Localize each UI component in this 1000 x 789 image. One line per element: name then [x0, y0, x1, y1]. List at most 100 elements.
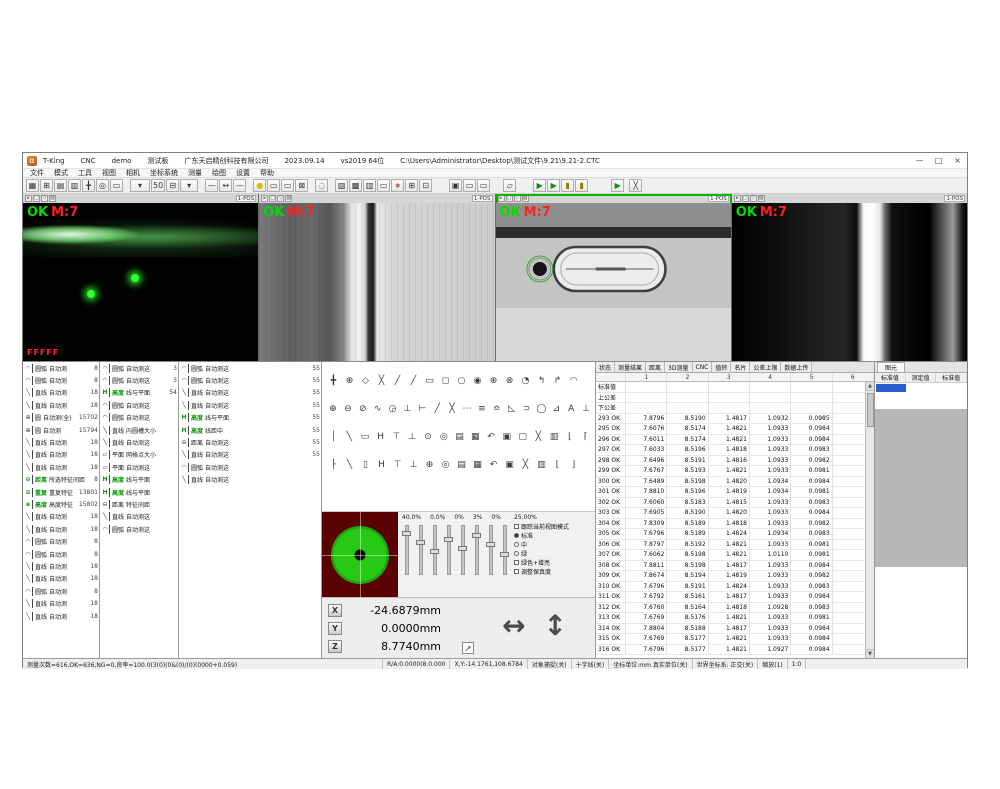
detection-slider[interactable] — [430, 523, 439, 577]
view-grid-icon[interactable]: ▦ — [26, 179, 39, 192]
option-checkbox[interactable]: 绿色+增亮 — [514, 558, 594, 567]
dash-icon[interactable]: — — [205, 179, 218, 192]
target-icon[interactable]: ◎ — [96, 179, 109, 192]
feature-row[interactable]: ⊖距离特征间距 — [100, 498, 178, 510]
tool-icon[interactable]: ◔ — [518, 374, 533, 387]
detection-slider[interactable] — [486, 523, 495, 577]
tool-icon[interactable]: ⊤ — [390, 458, 405, 471]
x-axis-icon[interactable]: X — [328, 604, 342, 617]
feature-row[interactable]: ▱平面网格点大小 — [100, 449, 178, 461]
slider-thumb[interactable] — [472, 533, 481, 538]
camera-tool-icon[interactable]: ▽ — [277, 195, 284, 202]
camera-view-4[interactable]: ▸▢▽▨ 1-POS OKM:7 — [732, 194, 967, 361]
camera-tool-icon[interactable]: ▸ — [261, 195, 268, 202]
tool-icon[interactable]: ⊗ — [502, 374, 517, 387]
feature-row[interactable]: ╲直线自动测这 — [100, 511, 178, 523]
tool-icon[interactable]: ▥ — [547, 430, 562, 443]
table-row[interactable]: 305 OK7.67968.51891.48241.09340.0983 — [596, 529, 874, 540]
tool-icon[interactable]: ≏ — [490, 402, 504, 415]
table-row[interactable]: 311 OK7.67928.51611.48171.09330.0984 — [596, 592, 874, 603]
camera-tool-icon[interactable]: ▢ — [742, 195, 749, 202]
menu-item-2[interactable]: 模式 — [49, 169, 73, 178]
camera-tool-icon[interactable]: ▸ — [734, 195, 741, 202]
feature-row[interactable]: ╲直线自动测18 — [23, 387, 99, 399]
camera-tool-icon[interactable]: ▨ — [49, 195, 56, 202]
table-row[interactable]: 293 OK7.87968.51901.48171.09320.0985 — [596, 414, 874, 425]
feature-row[interactable]: ◠圆弧自动测这55 — [179, 374, 321, 386]
feature-row[interactable]: ◠圆弧自动测这 — [179, 461, 321, 473]
tool-icon[interactable]: ╱ — [430, 402, 444, 415]
feature-row[interactable]: ╲直线自动测18 — [23, 461, 99, 473]
table-tab-9[interactable]: 数据上传 — [781, 362, 812, 372]
option-checkbox[interactable]: 跟踪当前视图模式 — [514, 522, 594, 531]
tool-icon[interactable]: ╱ — [406, 374, 421, 387]
tool-icon[interactable]: ⌈ — [578, 430, 593, 443]
view-split-icon[interactable]: ⊞ — [40, 179, 53, 192]
scroll-down-icon[interactable]: ▼ — [866, 649, 874, 658]
tool-icon[interactable]: ⊿ — [549, 402, 563, 415]
table-row[interactable]: 300 OK7.64898.51981.48201.09340.0984 — [596, 477, 874, 488]
table-row[interactable]: 306 OK7.87978.51921.48211.09330.0981 — [596, 540, 874, 551]
tool-icon[interactable]: ⌊ — [562, 430, 577, 443]
feature-row[interactable]: ≡重复重复特征13801 — [23, 486, 99, 498]
tool-icon[interactable]: ▢ — [515, 430, 530, 443]
table-tab-3[interactable]: 距离 — [646, 362, 665, 372]
tool-icon[interactable]: ⊕ — [342, 374, 357, 387]
detection-slider[interactable] — [444, 523, 453, 577]
detection-slider[interactable] — [402, 523, 411, 577]
camera-tool-icon[interactable]: ▢ — [33, 195, 40, 202]
play-icon[interactable]: ▶ — [533, 179, 546, 192]
menu-item-10[interactable]: 帮助 — [255, 169, 279, 178]
camera-tool-icon[interactable]: ▨ — [758, 195, 765, 202]
camera-3-image[interactable]: OKM:7 — [496, 203, 731, 361]
feature-row[interactable]: ╲直线自动测18 — [23, 449, 99, 461]
table-tab-1[interactable]: 状态 — [596, 362, 615, 372]
star-icon[interactable]: ∗ — [391, 179, 404, 192]
tool-icon[interactable]: ⌋ — [566, 458, 581, 471]
tool-icon[interactable]: ▤ — [452, 430, 467, 443]
feature-row[interactable]: ◠圆弧自动测8 — [23, 548, 99, 560]
camera-tool-icon[interactable]: ▽ — [750, 195, 757, 202]
tool-icon[interactable]: │ — [326, 430, 341, 443]
slider-thumb[interactable] — [416, 540, 425, 545]
tool-icon[interactable]: ▦ — [470, 458, 485, 471]
tool-icon[interactable]: ◉ — [470, 374, 485, 387]
tool-icon[interactable]: ▣ — [499, 430, 514, 443]
table-row[interactable]: 301 OK7.88108.51961.48191.09340.0981 — [596, 487, 874, 498]
run-external-icon[interactable]: ▶ — [611, 179, 624, 192]
z-axis-icon[interactable]: Z — [328, 640, 342, 653]
tool-icon[interactable]: ◯ — [534, 402, 548, 415]
table-row[interactable]: 298 OK7.64968.51911.48161.09330.0982 — [596, 456, 874, 467]
tool-icon[interactable]: ▦ — [468, 430, 483, 443]
feature-row[interactable]: ◠圆弧自动测这 — [100, 399, 178, 411]
tool-icon[interactable]: ○ — [454, 374, 469, 387]
feature-row[interactable]: ╲直线自动测这55 — [179, 399, 321, 411]
tool-icon[interactable]: ⌊ — [550, 458, 565, 471]
detection-slider[interactable] — [472, 523, 481, 577]
slider-thumb[interactable] — [430, 549, 439, 554]
tool-icon[interactable]: ╳ — [445, 402, 459, 415]
tool-icon[interactable]: ⊃ — [520, 402, 534, 415]
tool-icon[interactable]: ▥ — [534, 458, 549, 471]
camera-1-image[interactable]: OKM:7 FFFFF — [23, 203, 258, 361]
folder-icon[interactable]: ▱ — [503, 179, 516, 192]
tool-icon[interactable]: ╳ — [518, 458, 533, 471]
table-row[interactable]: 299 OK7.67678.51931.48211.09330.0981 — [596, 466, 874, 477]
option-radio[interactable]: 中 — [514, 540, 594, 549]
tool-icon[interactable]: ╳ — [374, 374, 389, 387]
feature-row[interactable]: ╲直线自动测18 — [23, 560, 99, 572]
feature-row[interactable]: ◠圆弧自动测8 — [23, 362, 99, 374]
table-scrollbar[interactable]: ▲ ▼ — [865, 382, 874, 658]
feature-row[interactable]: ▱平面自动测这 — [100, 461, 178, 473]
table-row[interactable]: 307 OK7.60628.51981.48211.01100.0981 — [596, 550, 874, 561]
camera-tool-icon[interactable]: ▽ — [41, 195, 48, 202]
feature-row[interactable]: ⊖距离所选特征间距8 — [23, 474, 99, 486]
feature-row[interactable]: H高度线与平面55 — [179, 412, 321, 424]
camera-tool-icon[interactable]: ▢ — [269, 195, 276, 202]
chip-icon[interactable]: ⊡ — [419, 179, 432, 192]
tool-icon[interactable]: Α — [564, 402, 578, 415]
menu-item-9[interactable]: 设置 — [231, 169, 255, 178]
camera-tool-icon[interactable]: ▨ — [285, 195, 292, 202]
feature-row[interactable]: ╲直线自动测18 — [23, 399, 99, 411]
feature-row[interactable]: ◠圆弧自动测这3 — [100, 362, 178, 374]
